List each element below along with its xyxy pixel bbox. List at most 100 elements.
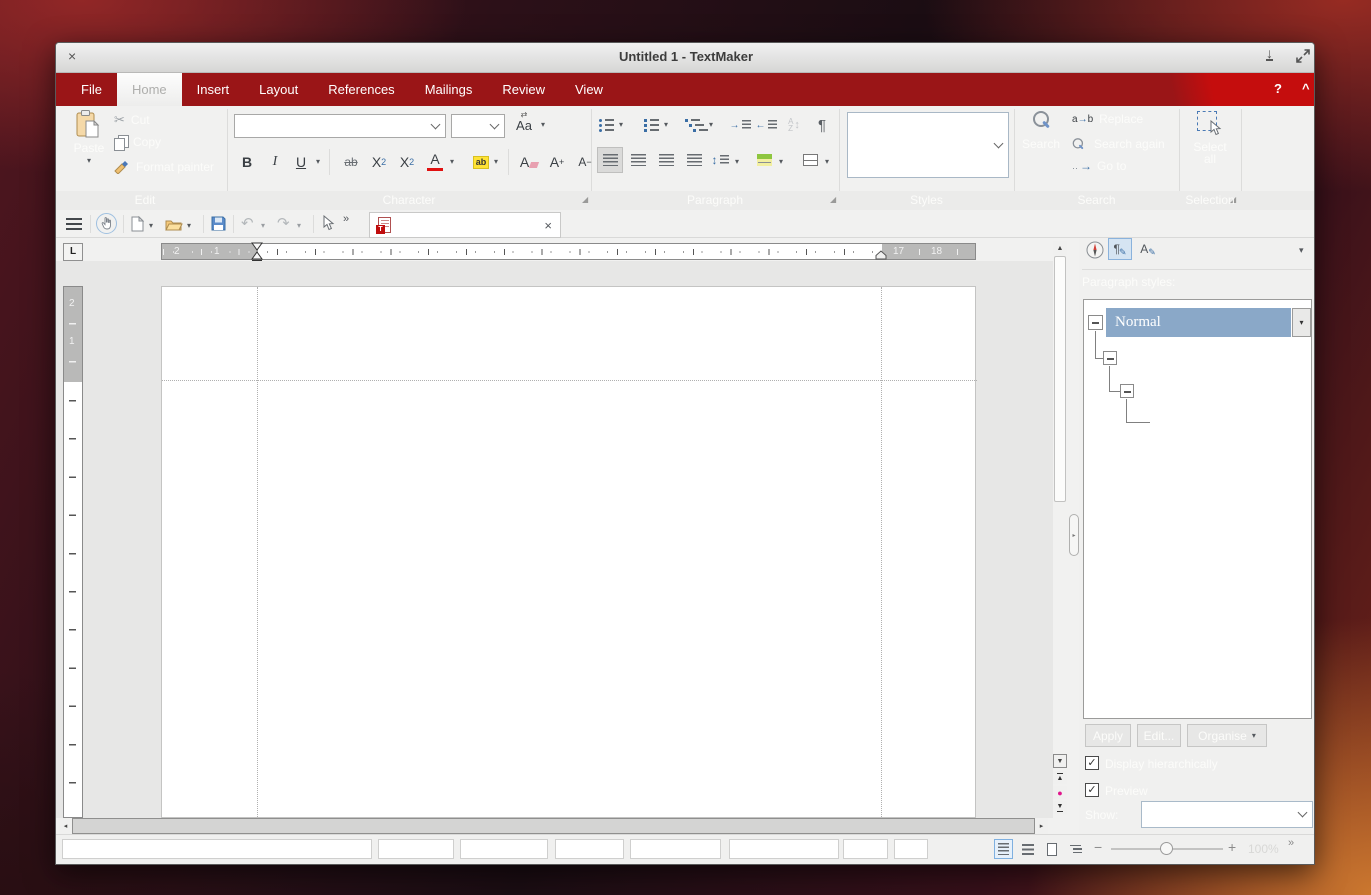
tab-references[interactable]: References	[313, 73, 409, 106]
tab-home[interactable]: Home	[117, 73, 182, 106]
subscript-button[interactable]: X2	[366, 149, 392, 175]
sidebar-splitter-handle[interactable]: ▸	[1069, 514, 1079, 556]
minimize-icon[interactable]: ↓	[1266, 47, 1273, 61]
vertical-scrollbar-thumb[interactable]	[1054, 256, 1066, 502]
title-bar[interactable]: × Untitled 1 - TextMaker ↓	[56, 43, 1315, 73]
right-indent-marker[interactable]	[875, 250, 887, 260]
select-all-button[interactable]: Select all	[1184, 111, 1236, 166]
paste-button[interactable]: Paste ▾	[66, 109, 112, 165]
highlight-button[interactable]: ab	[468, 149, 494, 175]
strikethrough-button[interactable]: ab	[338, 149, 364, 175]
italic-button[interactable]: I	[262, 149, 288, 175]
navigator-tab-button[interactable]	[1086, 241, 1104, 264]
horizontal-scrollbar-thumb[interactable]	[72, 818, 1035, 834]
next-page-button[interactable]: ▼	[1053, 801, 1067, 814]
tab-view[interactable]: View	[560, 73, 618, 106]
line-spacing-button[interactable]: ↕	[707, 147, 733, 173]
justify-button[interactable]	[681, 147, 707, 173]
scroll-right-button[interactable]: ▸	[1035, 818, 1048, 834]
style-combo[interactable]	[847, 112, 1009, 178]
numbered-list-dropdown-icon[interactable]: ▾	[664, 121, 668, 129]
line-spacing-dropdown-icon[interactable]: ▾	[735, 158, 739, 166]
preview-checkbox[interactable]: ✓	[1085, 783, 1099, 797]
outline-view-button[interactable]	[1066, 839, 1085, 859]
show-combo[interactable]	[1141, 801, 1313, 828]
paragraph-dialog-launcher[interactable]: ◢	[830, 195, 836, 204]
replace-button[interactable]: a→b Replace	[1072, 112, 1143, 126]
save-button[interactable]	[211, 216, 226, 236]
format-painter-button[interactable]: Format painter	[114, 160, 214, 174]
shrink-font-button[interactable]: A−	[572, 149, 598, 175]
align-left-button[interactable]	[597, 147, 623, 173]
apply-button[interactable]: Apply	[1085, 724, 1131, 747]
indent-marker[interactable]	[251, 242, 263, 260]
open-dropdown-icon[interactable]: ▾	[187, 222, 191, 230]
multilevel-list-button[interactable]	[685, 113, 707, 137]
tab-file[interactable]: File	[66, 73, 117, 106]
hamburger-menu-icon[interactable]	[66, 218, 82, 230]
redo-button[interactable]: ↷	[277, 214, 290, 232]
shading-button[interactable]	[751, 147, 777, 173]
object-mode-button[interactable]	[323, 215, 335, 236]
zoom-in-button[interactable]: +	[1228, 839, 1236, 855]
collapse-ribbon-icon[interactable]: ^	[1302, 81, 1310, 96]
document-tab[interactable]: T ×	[369, 212, 561, 238]
page-view-button[interactable]	[994, 839, 1013, 859]
styles-list[interactable]: Normal ▾	[1083, 299, 1312, 719]
grow-font-button[interactable]: A+	[544, 149, 570, 175]
search-again-button[interactable]: Search again	[1072, 135, 1165, 153]
zoom-out-button[interactable]: −	[1094, 839, 1102, 855]
sidebar-menu-dropdown-icon[interactable]: ▾	[1299, 246, 1304, 255]
tab-review[interactable]: Review	[487, 73, 560, 106]
decrease-indent-button[interactable]: ←	[754, 113, 778, 137]
character-dialog-launcher[interactable]: ◢	[582, 195, 588, 204]
shading-dropdown-icon[interactable]: ▾	[779, 158, 783, 166]
chevron-down-icon[interactable]	[490, 119, 500, 129]
scroll-up-button[interactable]: ▲	[1053, 241, 1067, 255]
zoom-level[interactable]: 100%	[1248, 842, 1279, 856]
increase-indent-button[interactable]: →	[728, 113, 752, 137]
toolbar-overflow-icon[interactable]: »	[343, 213, 349, 225]
character-styles-tab-button[interactable]: A ✎	[1137, 239, 1159, 259]
sort-button[interactable]: AZ ↕	[782, 113, 806, 137]
maximize-icon[interactable]	[1296, 49, 1310, 66]
change-case-dropdown-icon[interactable]: ▾	[541, 121, 545, 129]
paragraph-styles-tab-button[interactable]: ¶ ✎	[1108, 238, 1132, 260]
open-button[interactable]	[165, 218, 183, 236]
new-document-button[interactable]	[131, 216, 144, 237]
numbered-list-button[interactable]	[640, 113, 662, 137]
highlight-dropdown-icon[interactable]: ▾	[494, 158, 498, 166]
bold-button[interactable]: B	[234, 149, 260, 175]
chevron-down-icon[interactable]	[994, 138, 1004, 148]
zoom-slider-knob[interactable]	[1160, 842, 1173, 855]
browse-object-button[interactable]: ●	[1053, 786, 1067, 799]
statusbar-overflow-icon[interactable]: »	[1288, 837, 1294, 849]
align-right-button[interactable]	[653, 147, 679, 173]
borders-button[interactable]	[797, 147, 823, 173]
clear-formatting-button[interactable]: A	[516, 149, 542, 175]
change-case-button[interactable]: ⇄ Aa	[511, 111, 537, 133]
font-color-button[interactable]: A	[422, 147, 448, 175]
display-hierarchically-checkbox[interactable]: ✓	[1085, 756, 1099, 770]
borders-dropdown-icon[interactable]: ▾	[825, 158, 829, 166]
scroll-left-button[interactable]: ◂	[59, 818, 72, 834]
go-to-button[interactable]: ‥ → Go to	[1072, 159, 1126, 173]
tab-insert[interactable]: Insert	[182, 73, 245, 106]
undo-dropdown-icon[interactable]: ▾	[261, 222, 265, 230]
copy-button[interactable]: Copy	[114, 135, 161, 149]
tree-expander[interactable]	[1120, 384, 1134, 398]
bullet-list-button[interactable]	[595, 113, 617, 137]
touch-mode-button[interactable]	[96, 213, 117, 234]
search-button[interactable]: Search	[1018, 111, 1064, 151]
tree-expander[interactable]	[1088, 315, 1103, 330]
font-size-combo[interactable]	[451, 114, 505, 138]
document-tab-close-icon[interactable]: ×	[544, 218, 552, 233]
scroll-down-button[interactable]: ▼	[1053, 754, 1067, 768]
organise-button[interactable]: Organise▾	[1187, 724, 1267, 747]
underline-button[interactable]: U	[288, 149, 314, 175]
formatting-marks-button[interactable]: ¶	[810, 113, 834, 137]
undo-button[interactable]: ↶	[241, 214, 254, 232]
font-name-combo[interactable]	[234, 114, 446, 138]
chevron-down-icon[interactable]	[431, 119, 441, 129]
tab-mailings[interactable]: Mailings	[410, 73, 488, 106]
